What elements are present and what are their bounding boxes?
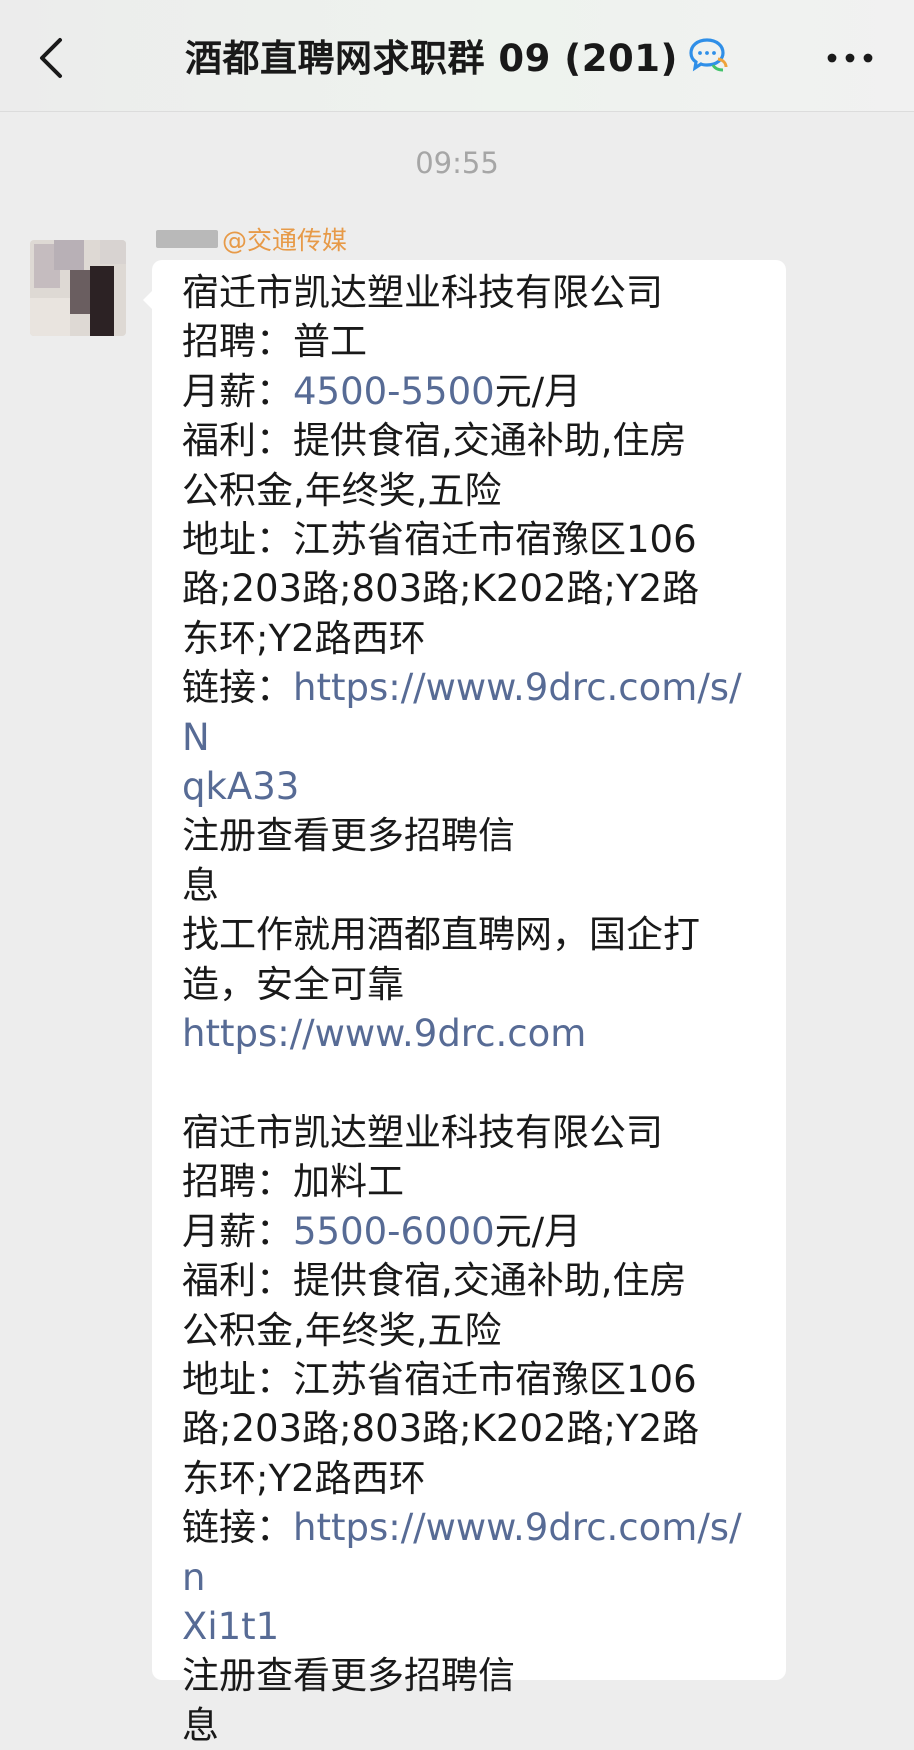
register-text: 息 xyxy=(182,863,219,907)
message-bubble[interactable]: 宿迁市凯达塑业科技有限公司 招聘：普工 月薪：4500-5500元/月 福利：提… xyxy=(143,260,786,1747)
salary-line: 月薪：5500-6000元/月 xyxy=(182,1207,762,1256)
job-link[interactable]: Xi1t1 xyxy=(182,1602,762,1651)
chat-title: 酒都直聘网求职群 09 (201) xyxy=(185,37,678,80)
salary-value-link[interactable]: 4500-5500 xyxy=(293,370,495,413)
message-text: 宿迁市凯达塑业科技有限公司 招聘：普工 月薪：4500-5500元/月 福利：提… xyxy=(182,268,762,1750)
message-timestamp: 09:55 xyxy=(415,146,499,180)
salary-unit: 元/月 xyxy=(494,1209,582,1253)
salary-label: 月薪： xyxy=(182,1209,293,1253)
job-link[interactable]: qkA33 xyxy=(182,762,762,811)
sender-tag: @交通传媒 xyxy=(222,226,348,255)
address-line: 地址：江苏省宿迁市宿豫区106 xyxy=(182,1357,697,1401)
job-title: 招聘：普工 xyxy=(182,320,367,364)
company-name: 宿迁市凯达塑业科技有限公司 xyxy=(182,271,663,314)
link-line: 链接：https://www.9drc.com/s/N xyxy=(182,663,762,762)
benefits-line: 福利：提供食宿,交通补助,住房 xyxy=(182,419,687,463)
salary-value-link[interactable]: 5500-6000 xyxy=(293,1210,495,1253)
job-title: 招聘：加料工 xyxy=(182,1160,404,1204)
address-line: 路;203路;803路;K202路;Y2路 xyxy=(182,1407,700,1451)
slogan-text: 找工作就用酒都直聘网，国企打 xyxy=(182,913,700,957)
sender-name[interactable]: @交通传媒 xyxy=(156,222,347,256)
company-name: 宿迁市凯达塑业科技有限公司 xyxy=(182,1110,663,1154)
site-link[interactable]: https://www.9drc.com xyxy=(182,1009,762,1058)
register-text: 注册查看更多招聘信 xyxy=(182,1654,515,1698)
address-line: 路;203路;803路;K202路;Y2路 xyxy=(182,567,700,611)
more-dots-icon[interactable] xyxy=(824,44,876,72)
address-line: 地址：江苏省宿迁市宿豫区106 xyxy=(182,518,697,562)
register-text: 息 xyxy=(182,1703,219,1747)
top-navigation-bar: 酒都直聘网求职群 09 (201) xyxy=(0,0,914,112)
benefits-line: 福利：提供食宿,交通补助,住房 xyxy=(182,1259,687,1303)
link-line: 链接：https://www.9drc.com/s/n xyxy=(182,1503,762,1602)
link-label: 链接： xyxy=(182,666,293,710)
benefits-line: 公积金,年终奖,五险 xyxy=(182,1308,502,1352)
salary-line: 月薪：4500-5500元/月 xyxy=(182,367,762,416)
salary-label: 月薪： xyxy=(182,369,293,413)
address-line: 东环;Y2路西环 xyxy=(182,1456,426,1500)
avatar[interactable] xyxy=(30,240,126,336)
address-line: 东环;Y2路西环 xyxy=(182,616,426,660)
register-text: 注册查看更多招聘信 xyxy=(182,814,515,858)
link-label: 链接： xyxy=(182,1506,293,1550)
group-chat-icon xyxy=(689,38,728,72)
benefits-line: 公积金,年终奖,五险 xyxy=(182,468,502,512)
salary-unit: 元/月 xyxy=(494,369,582,413)
blurred-sender-name xyxy=(156,230,218,248)
slogan-text: 造，安全可靠 xyxy=(182,962,404,1006)
title-area: 酒都直聘网求职群 09 (201) xyxy=(0,28,914,88)
